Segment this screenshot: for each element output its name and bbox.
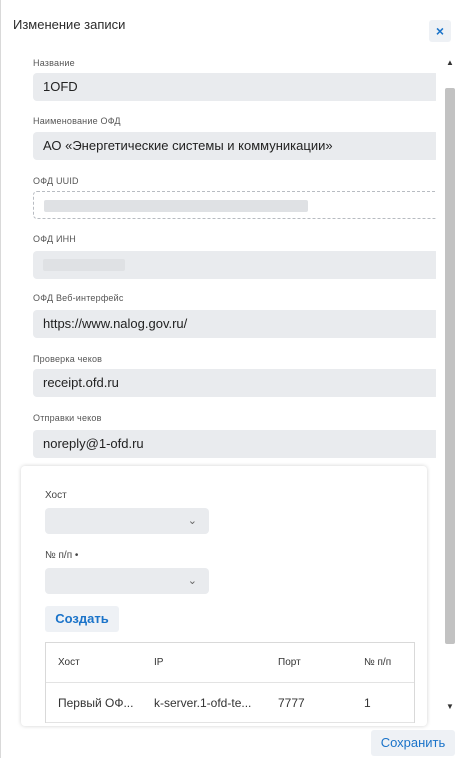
- scroll-up-arrow-icon[interactable]: ▲: [446, 58, 454, 67]
- host-select[interactable]: ⌄: [45, 508, 209, 534]
- receipt-send-field[interactable]: noreply@1-ofd.ru: [33, 430, 436, 458]
- ofd-uuid-field[interactable]: [33, 191, 436, 219]
- column-header-number: № п/п: [364, 657, 392, 668]
- receipt-check-field[interactable]: receipt.ofd.ru: [33, 369, 436, 397]
- number-label: № п/п •: [45, 550, 79, 561]
- number-select[interactable]: ⌄: [45, 568, 209, 594]
- name-field[interactable]: 1OFD: [33, 73, 436, 101]
- table-row[interactable]: Первый ОФ... k-server.1-ofd-te... 7777 1: [46, 683, 414, 723]
- cell-number: 1: [364, 696, 371, 710]
- column-header-host: Хост: [58, 657, 80, 668]
- host-label: Хост: [45, 490, 67, 501]
- chevron-down-icon: ⌄: [187, 515, 197, 527]
- column-header-port: Порт: [278, 657, 301, 668]
- column-header-ip: IP: [154, 657, 164, 668]
- chevron-down-icon: ⌄: [187, 575, 197, 587]
- ofd-name-label: Наименование ОФД: [33, 116, 121, 126]
- ofd-name-field[interactable]: АО «Энергетические системы и коммуникаци…: [33, 132, 436, 160]
- redacted-value: [43, 259, 125, 271]
- ofd-uuid-label: ОФД UUID: [33, 176, 79, 186]
- receipt-send-label: Отправки чеков: [33, 413, 102, 423]
- redacted-value: [44, 200, 308, 212]
- ofd-inn-field[interactable]: [33, 251, 436, 279]
- dialog-title: Изменение записи: [13, 17, 126, 32]
- edit-record-dialog: Изменение записи × Название 1OFD Наимено…: [0, 0, 457, 758]
- table-header-row: Хост IP Порт № п/п: [46, 643, 414, 683]
- close-icon: ×: [435, 23, 445, 39]
- vertical-scrollbar[interactable]: ▲ ▼: [444, 58, 456, 718]
- name-label: Название: [33, 58, 75, 68]
- cell-port: 7777: [278, 696, 305, 710]
- cell-ip: k-server.1-ofd-te...: [154, 696, 252, 710]
- ofd-inn-label: ОФД ИНН: [33, 234, 77, 244]
- scroll-down-arrow-icon[interactable]: ▼: [446, 702, 454, 711]
- save-button[interactable]: Сохранить: [371, 730, 455, 756]
- hosts-table: Хост IP Порт № п/п Первый ОФ... k-server…: [45, 642, 415, 723]
- ofd-web-label: ОФД Веб-интерфейс: [33, 293, 124, 303]
- scroll-thumb[interactable]: [445, 88, 455, 644]
- close-button[interactable]: ×: [429, 20, 451, 42]
- create-button[interactable]: Создать: [45, 606, 119, 632]
- hosts-panel: Хост ⌄ № п/п • ⌄ Создать Хост IP Порт № …: [21, 466, 427, 726]
- cell-host: Первый ОФ...: [58, 696, 134, 710]
- receipt-check-label: Проверка чеков: [33, 354, 103, 364]
- ofd-web-field[interactable]: https://www.nalog.gov.ru/: [33, 310, 436, 338]
